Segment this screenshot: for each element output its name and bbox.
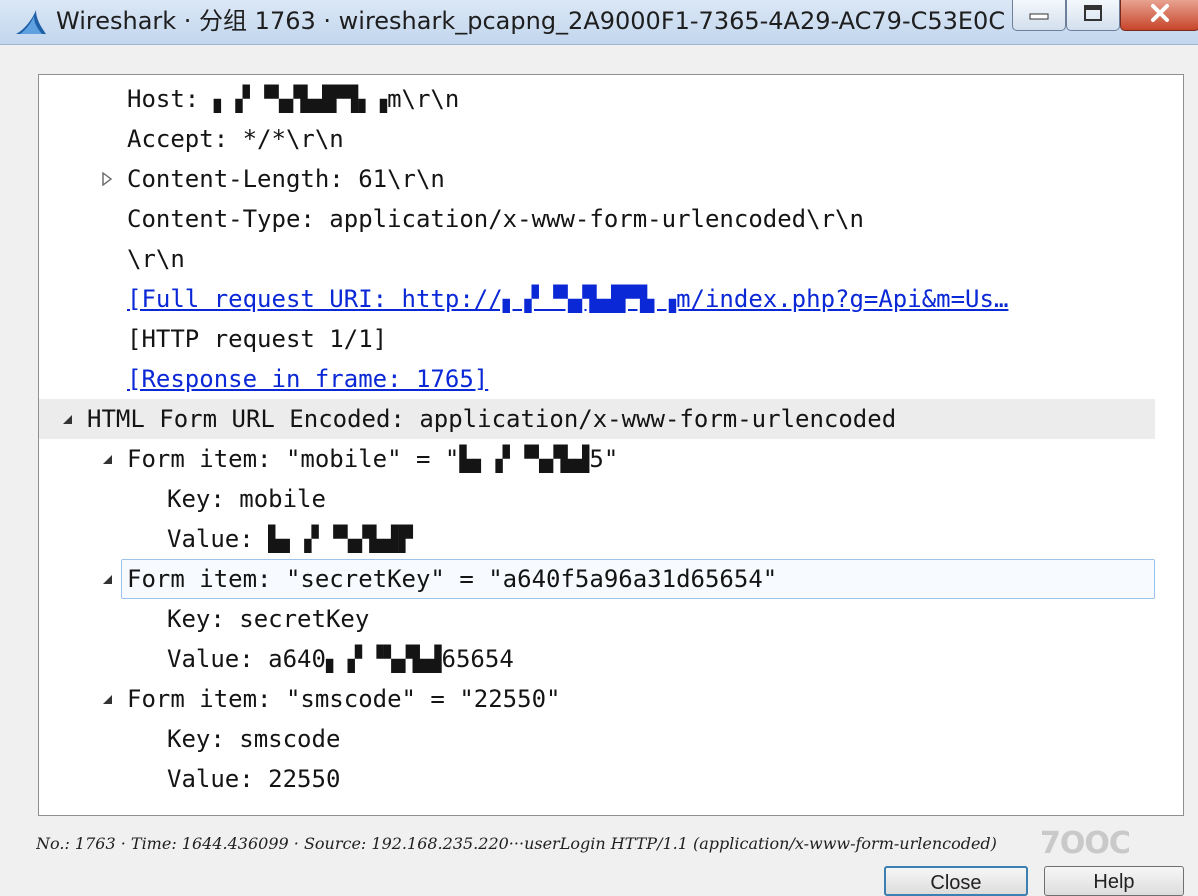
row-highlight xyxy=(39,239,1155,279)
tree-row-label: Key: smscode xyxy=(167,725,341,753)
tree-row-label: Key: secretKey xyxy=(167,605,370,633)
tree-row-label: Key: mobile xyxy=(167,485,326,513)
tree-row[interactable]: Accept: */*\r\n xyxy=(39,119,1155,159)
tree-row-label: Content-Length: 61\r\n xyxy=(127,165,445,193)
tree-row[interactable]: Host: ▖▗▘▝▚▞▙▟▛▜▖▗m\r\n xyxy=(39,79,1155,119)
tree-row-label: Content-Type: application/x-www-form-url… xyxy=(127,205,864,233)
close-dialog-button[interactable]: Close xyxy=(884,866,1028,896)
title-bar: Wireshark · 分组 1763 · wireshark_pcapng_2… xyxy=(0,0,1198,45)
tree-row-label: \r\n xyxy=(127,245,185,273)
tree-row-link[interactable]: [Full request URI: http://▖▗▘▝▚▞▙▟▛▜▖▗m/… xyxy=(127,279,1008,319)
tree-row[interactable]: Key: secretKey xyxy=(39,599,1155,639)
close-window-button[interactable] xyxy=(1120,0,1198,31)
tree-row[interactable]: Value: 22550 xyxy=(39,759,1155,799)
tree-row-label: Host: ▖▗▘▝▚▞▙▟▛▜▖▗m\r\n xyxy=(127,85,460,113)
packet-summary-status: No.: 1763 · Time: 1644.436099 · Source: … xyxy=(36,834,997,853)
packet-details-tree[interactable]: Host: ▖▗▘▝▚▞▙▟▛▜▖▗m\r\n Accept: */*\r\n Co… xyxy=(38,74,1184,816)
tree-row-label: Accept: */*\r\n xyxy=(127,125,344,153)
tree-rows: Host: ▖▗▘▝▚▞▙▟▛▜▖▗m\r\n Accept: */*\r\n Co… xyxy=(39,79,1155,799)
minimize-icon xyxy=(1028,6,1050,25)
tree-row[interactable]: Content-Type: application/x-www-form-url… xyxy=(39,199,1155,239)
tree-row[interactable]: Key: smscode xyxy=(39,719,1155,759)
expanded-triangle-icon[interactable] xyxy=(97,559,117,599)
expanded-triangle-icon[interactable] xyxy=(97,439,117,479)
close-icon xyxy=(1149,3,1171,28)
tree-row[interactable]: HTML Form URL Encoded: application/x-www… xyxy=(39,399,1155,439)
tree-row[interactable]: Form item: "smscode" = "22550" xyxy=(39,679,1155,719)
tree-row[interactable]: \r\n xyxy=(39,239,1155,279)
tree-row[interactable]: Form item: "mobile" = "▙▖▗▘▝▚▞▙▟5" xyxy=(39,439,1155,479)
tree-row-label: [HTTP request 1/1] xyxy=(127,325,388,353)
collapsed-triangle-icon[interactable] xyxy=(97,159,117,199)
expanded-triangle-icon[interactable] xyxy=(57,399,77,439)
tree-row-label: Form item: "secretKey" = "a640f5a96a31d6… xyxy=(127,565,778,593)
help-button[interactable]: Help xyxy=(1044,866,1184,896)
tree-row[interactable]: Value: a640▖▗▘▝▚▞▙▟65654 xyxy=(39,639,1155,679)
tree-row[interactable]: [HTTP request 1/1] xyxy=(39,319,1155,359)
tree-row[interactable]: Form item: "secretKey" = "a640f5a96a31d6… xyxy=(39,559,1155,599)
tree-row-label: Form item: "smscode" = "22550" xyxy=(127,685,561,713)
minimize-button[interactable] xyxy=(1012,0,1066,31)
tree-row-label: HTML Form URL Encoded: application/x-www… xyxy=(87,405,897,433)
tree-row[interactable]: Key: mobile xyxy=(39,479,1155,519)
tree-row[interactable]: Value: ▙▖▗▘▝▚▞▙▟▛ xyxy=(39,519,1155,559)
window-title: Wireshark · 分组 1763 · wireshark_pcapng_2… xyxy=(56,7,1006,35)
tree-row-label: Value: a640▖▗▘▝▚▞▙▟65654 xyxy=(167,645,514,673)
maximize-button[interactable] xyxy=(1066,0,1120,31)
tree-row[interactable]: [Full request URI: http://▖▗▘▝▚▞▙▟▛▜▖▗m/… xyxy=(39,279,1155,319)
tree-row-label: Form item: "mobile" = "▙▖▗▘▝▚▞▙▟5" xyxy=(127,445,619,473)
tree-row-label: Value: 22550 xyxy=(167,765,341,793)
expanded-triangle-icon[interactable] xyxy=(97,679,117,719)
wireshark-fin-icon xyxy=(14,8,48,41)
tree-row-label: Value: ▙▖▗▘▝▚▞▙▟▛ xyxy=(167,525,413,553)
maximize-icon xyxy=(1082,4,1104,27)
tree-row-link[interactable]: [Response in frame: 1765] xyxy=(127,359,488,399)
tree-row[interactable]: Content-Length: 61\r\n xyxy=(39,159,1155,199)
tree-row[interactable]: [Response in frame: 1765] xyxy=(39,359,1155,399)
